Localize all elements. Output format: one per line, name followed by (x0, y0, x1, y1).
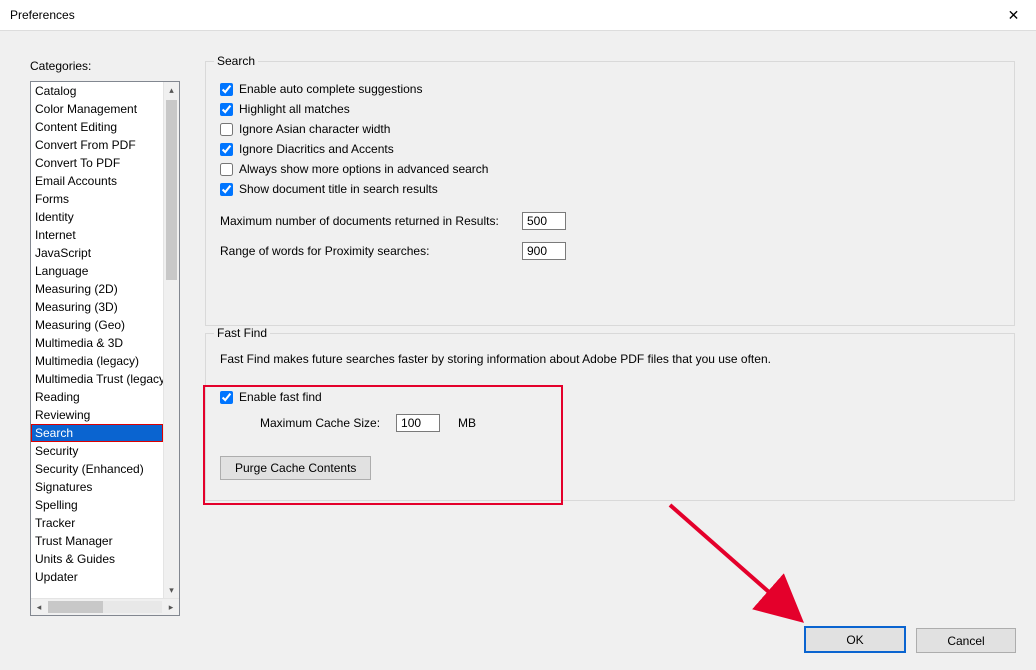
enable-fastfind-checkbox[interactable] (220, 391, 233, 404)
ignore-asian-label: Ignore Asian character width (239, 122, 390, 136)
fastfind-description: Fast Find makes future searches faster b… (220, 352, 1000, 366)
titlebar: Preferences ✕ (0, 0, 1036, 31)
categories-listbox[interactable]: CatalogColor ManagementContent EditingCo… (30, 81, 180, 616)
category-item[interactable]: Trust Manager (31, 532, 163, 550)
category-item[interactable]: Reading (31, 388, 163, 406)
enable-autocomplete-label: Enable auto complete suggestions (239, 82, 422, 96)
cancel-button[interactable]: Cancel (916, 628, 1016, 653)
always-show-more-label: Always show more options in advanced sea… (239, 162, 488, 176)
enable-fastfind-label: Enable fast find (239, 390, 322, 404)
category-item[interactable]: Measuring (3D) (31, 298, 163, 316)
vertical-scrollbar[interactable]: ▴ ▾ (163, 82, 179, 598)
category-item[interactable]: Signatures (31, 478, 163, 496)
ignore-asian-checkbox[interactable] (220, 123, 233, 136)
scroll-up-icon[interactable]: ▴ (164, 82, 179, 98)
show-doc-title-label: Show document title in search results (239, 182, 438, 196)
category-item[interactable]: Measuring (2D) (31, 280, 163, 298)
categories-label: Categories: (30, 59, 91, 73)
category-item[interactable]: Email Accounts (31, 172, 163, 190)
annotation-arrow (660, 495, 830, 645)
always-show-more-checkbox[interactable] (220, 163, 233, 176)
category-item[interactable]: Spelling (31, 496, 163, 514)
cache-size-label: Maximum Cache Size: (260, 416, 380, 430)
scrollbar-thumb[interactable] (166, 100, 177, 280)
category-item[interactable]: Color Management (31, 100, 163, 118)
category-item[interactable]: Convert To PDF (31, 154, 163, 172)
horizontal-scrollbar[interactable]: ◂ ▸ (31, 598, 179, 615)
scroll-left-icon[interactable]: ◂ (31, 599, 47, 615)
category-item[interactable]: Convert From PDF (31, 136, 163, 154)
scroll-down-icon[interactable]: ▾ (164, 582, 179, 598)
dialog-body: Categories: CatalogColor ManagementConte… (0, 31, 1036, 670)
category-item[interactable]: Forms (31, 190, 163, 208)
max-docs-input[interactable] (522, 212, 566, 230)
scroll-right-icon[interactable]: ▸ (163, 599, 179, 615)
category-item[interactable]: Internet (31, 226, 163, 244)
category-item[interactable]: JavaScript (31, 244, 163, 262)
close-button[interactable]: ✕ (991, 0, 1036, 30)
category-item[interactable]: Catalog (31, 82, 163, 100)
ignore-diacritics-label: Ignore Diacritics and Accents (239, 142, 394, 156)
category-item[interactable]: Updater (31, 568, 163, 586)
category-item[interactable]: Tracker (31, 514, 163, 532)
show-doc-title-checkbox[interactable] (220, 183, 233, 196)
max-docs-label: Maximum number of documents returned in … (220, 214, 512, 228)
category-item[interactable]: Identity (31, 208, 163, 226)
highlight-all-label: Highlight all matches (239, 102, 350, 116)
purge-cache-button[interactable]: Purge Cache Contents (220, 456, 371, 480)
scrollbar-thumb[interactable] (48, 601, 103, 613)
fastfind-legend: Fast Find (214, 326, 270, 340)
category-item[interactable]: Security (31, 442, 163, 460)
highlight-all-checkbox[interactable] (220, 103, 233, 116)
category-item[interactable]: Content Editing (31, 118, 163, 136)
ignore-diacritics-checkbox[interactable] (220, 143, 233, 156)
fastfind-group: Fast Find Fast Find makes future searche… (205, 333, 1015, 501)
search-group: Search Enable auto complete suggestions … (205, 61, 1015, 326)
cache-size-unit: MB (458, 416, 476, 430)
search-legend: Search (214, 54, 258, 68)
category-item[interactable]: Security (Enhanced) (31, 460, 163, 478)
category-item[interactable]: Units & Guides (31, 550, 163, 568)
category-item[interactable]: Reviewing (31, 406, 163, 424)
cache-size-input[interactable] (396, 414, 440, 432)
category-item[interactable]: Multimedia & 3D (31, 334, 163, 352)
proximity-input[interactable] (522, 242, 566, 260)
category-item[interactable]: Language (31, 262, 163, 280)
ok-button[interactable]: OK (804, 626, 906, 653)
category-item[interactable]: Measuring (Geo) (31, 316, 163, 334)
category-item[interactable]: Multimedia Trust (legacy) (31, 370, 163, 388)
category-item[interactable]: Multimedia (legacy) (31, 352, 163, 370)
enable-autocomplete-checkbox[interactable] (220, 83, 233, 96)
close-icon: ✕ (1008, 7, 1020, 24)
category-item[interactable]: Search (31, 424, 163, 442)
window-title: Preferences (10, 8, 75, 22)
proximity-label: Range of words for Proximity searches: (220, 244, 512, 258)
